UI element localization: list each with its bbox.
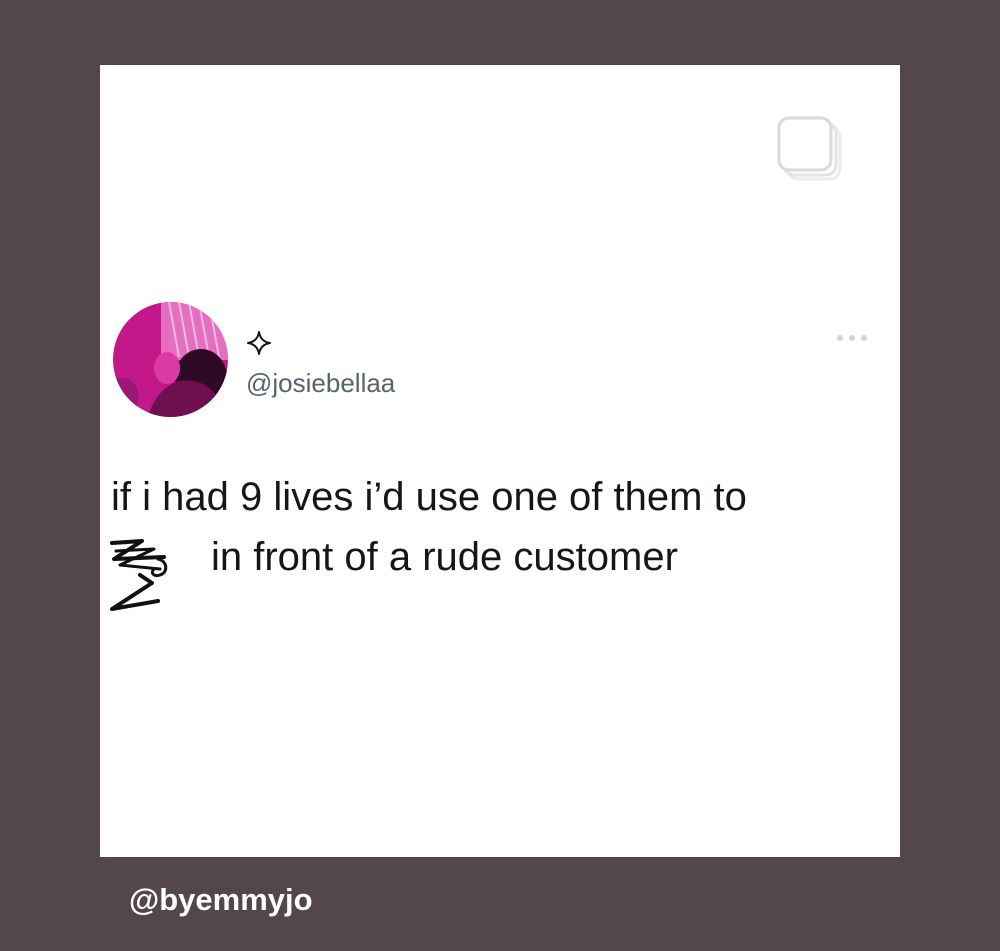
sparkle-icon (247, 331, 271, 355)
multiple-posts-icon[interactable] (774, 113, 846, 185)
post-card: @josiebellaa if i had 9 lives i’d use on… (100, 65, 900, 857)
watermark-handle: @byemmyjo (129, 882, 313, 917)
avatar[interactable] (113, 302, 228, 417)
author-handle[interactable]: @josiebellaa (246, 367, 395, 399)
more-options-icon[interactable] (835, 333, 869, 343)
avatar-image (113, 302, 228, 417)
scribble-redaction (110, 539, 168, 611)
post-text-line-1: if i had 9 lives i’d use one of them to (111, 475, 747, 519)
post-text-line-2: in front of a rude customer (211, 535, 678, 579)
